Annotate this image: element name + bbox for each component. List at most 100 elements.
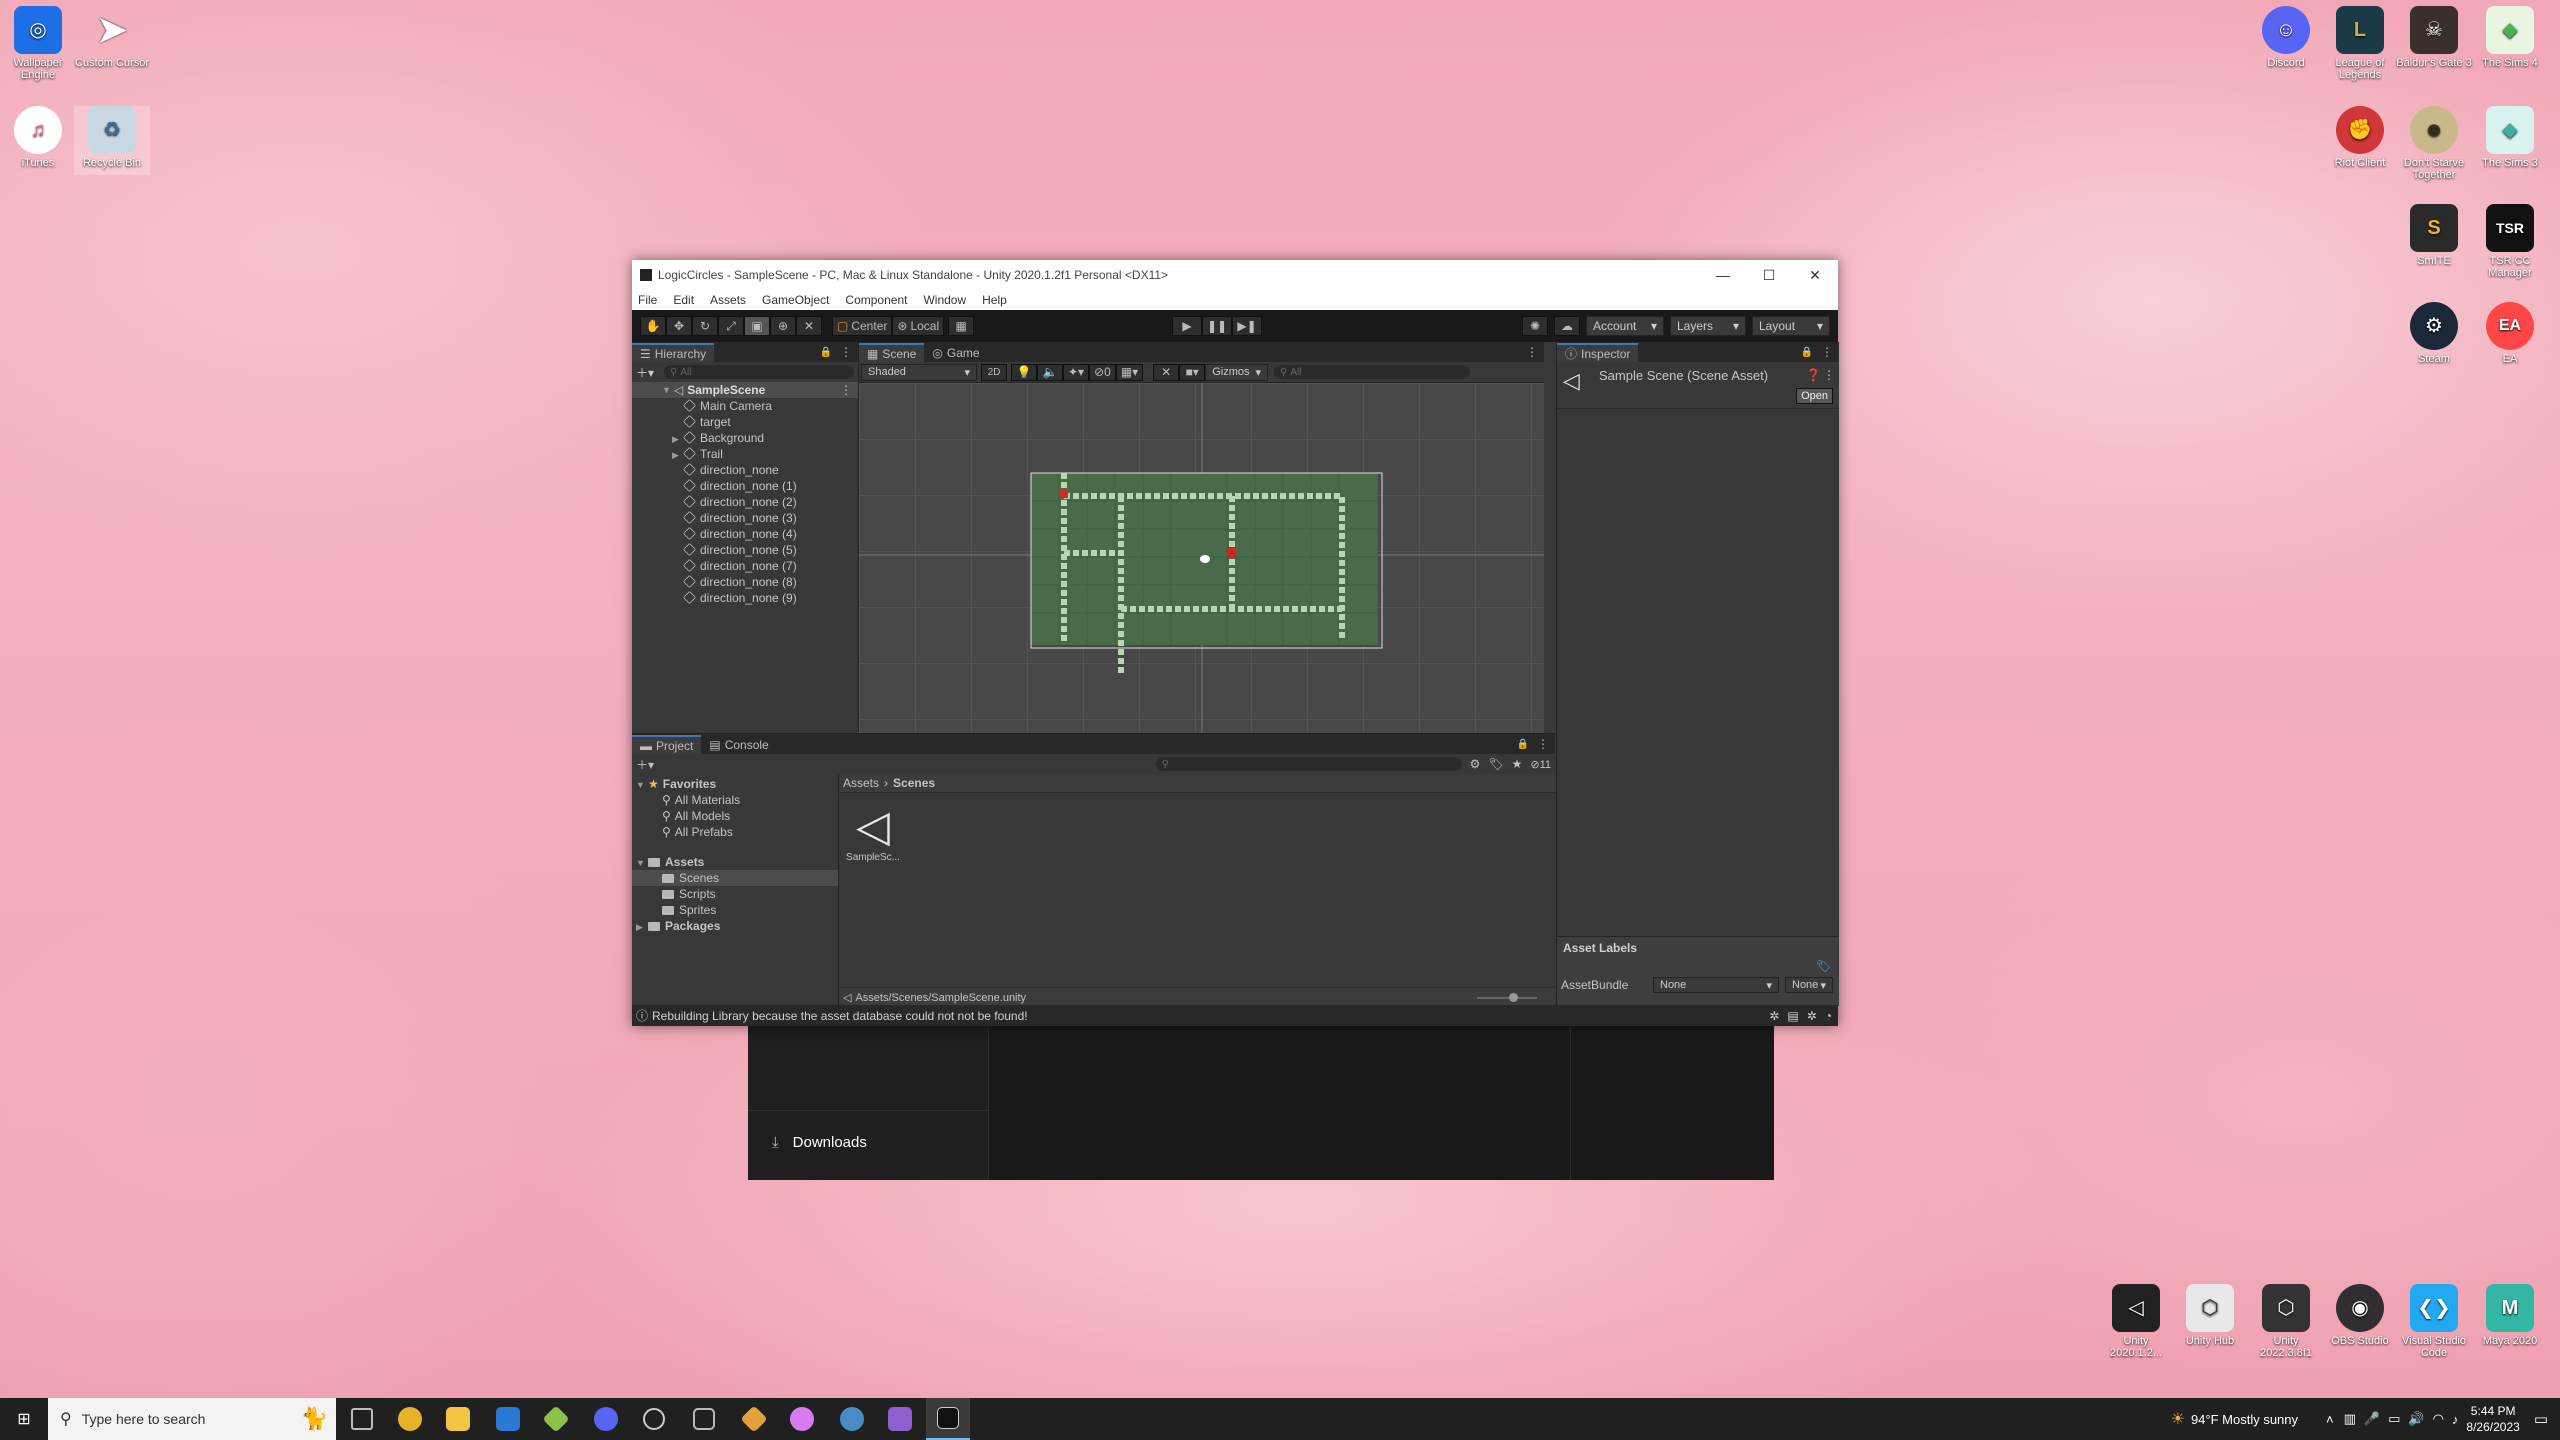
hidden-packages-toggle[interactable]: ⊘11 [1530, 758, 1551, 771]
create-button[interactable]: ＋▾ [636, 364, 658, 381]
create-button[interactable]: ＋▾ [636, 756, 658, 773]
hierarchy-item[interactable]: direction_none (4) [632, 526, 858, 542]
auto-generate-lighting-icon[interactable]: ✲ [1769, 1009, 1779, 1023]
menu-window[interactable]: Window [915, 293, 974, 307]
hierarchy-item[interactable]: target [632, 414, 858, 430]
pause-button[interactable]: ❚❚ [1202, 316, 1232, 336]
desktop-icon-sims4[interactable]: ◆ The Sims 4 [2472, 6, 2548, 69]
volume-icon[interactable]: 🔊 [2408, 1411, 2424, 1427]
desktop-icon-dont-starve[interactable]: ☻ Don't Starve Together [2396, 106, 2472, 181]
custom-tool-icon[interactable]: ✕ [796, 316, 822, 336]
menu-component[interactable]: Component [837, 293, 915, 307]
close-button[interactable]: ✕ [1792, 260, 1838, 290]
collab-icon[interactable]: ✺ [1522, 316, 1548, 336]
desktop-icon-steam[interactable]: ⚙ Steam [2396, 302, 2472, 365]
kebab-menu-icon[interactable]: ⋮ [840, 345, 852, 359]
hierarchy-search-input[interactable]: ⚲ All [664, 365, 854, 379]
tab-console[interactable]: ▤ Console [701, 735, 776, 754]
desktop-icon-smite[interactable]: S SmITE [2396, 204, 2472, 267]
desktop-icon-wallpaper-engine[interactable]: ◎ Wallpaper Engine [0, 6, 76, 81]
gizmos-dropdown[interactable]: Gizmos ▾ [1205, 363, 1269, 381]
help-icon[interactable]: ❓ [1806, 368, 1821, 382]
taskbar-search[interactable]: ⚲ Type here to search 🐈 [48, 1398, 336, 1440]
slider-handle[interactable] [1509, 992, 1518, 1002]
tag-icon[interactable]: 🏷 [1816, 959, 1831, 973]
minimize-button[interactable]: — [1700, 260, 1746, 290]
kebab-menu-icon[interactable]: ⋮ [1526, 345, 1538, 359]
hidden-objects-toggle[interactable]: ⊘ 0 [1089, 363, 1116, 381]
desktop-icon-sims3[interactable]: ◆ The Sims 3 [2472, 106, 2548, 169]
desktop-icon-league[interactable]: L League of Legends [2322, 6, 2398, 81]
hierarchy-item[interactable]: direction_none (9) [632, 590, 858, 606]
desktop-icon-unity-2022[interactable]: ⬡ Unity 2022.3.8f1 [2248, 1284, 2324, 1359]
file-explorer-window[interactable]: ⤓ Downloads [748, 1026, 1774, 1180]
hierarchy-item[interactable]: ▶ Trail [632, 446, 858, 462]
task-view-icon[interactable] [340, 1398, 384, 1440]
desktop-icon-discord[interactable]: ☺ Discord [2248, 6, 2324, 69]
hierarchy-item[interactable]: direction_none [632, 462, 858, 478]
assets-row[interactable]: ▼ Assets [632, 854, 838, 870]
hierarchy-item[interactable]: direction_none (7) [632, 558, 858, 574]
tab-hierarchy[interactable]: ☰ Hierarchy [632, 343, 715, 362]
wifi-icon[interactable]: ◠ [2433, 1411, 2444, 1427]
packages-row[interactable]: ▶ Packages [632, 918, 838, 934]
shading-dropdown[interactable]: Shaded ▾ [861, 363, 977, 381]
2d-toggle[interactable]: 2D [981, 363, 1007, 381]
folder-item[interactable]: Scripts [632, 886, 838, 902]
hierarchy-item[interactable]: direction_none (2) [632, 494, 858, 510]
notifications-icon[interactable]: ▭ [2534, 1410, 2548, 1428]
step-button[interactable]: ▶❚ [1232, 316, 1262, 336]
grid-snap-icon[interactable]: ▦ [948, 316, 975, 336]
hierarchy-item[interactable]: ▶ Background [632, 430, 858, 446]
hand-tool-icon[interactable]: ✋ [640, 316, 666, 336]
favorites-row[interactable]: ▼ ★ Favorites [632, 776, 838, 792]
desktop-icon-recycle-bin[interactable]: ♻ Recycle Bin [74, 106, 150, 175]
menu-edit[interactable]: Edit [665, 293, 702, 307]
lock-icon[interactable]: 🔒 [1801, 347, 1813, 358]
asset-tile[interactable]: ◁ SampleSc... [845, 802, 901, 863]
kebab-menu-icon[interactable]: ⋮ [1823, 368, 1835, 382]
cloud-icon[interactable]: ☁ [1554, 316, 1580, 336]
chrome-icon[interactable] [388, 1398, 432, 1440]
collab-status-icon[interactable]: ✲ [1807, 1009, 1817, 1023]
scene-root-row[interactable]: ▼ ◁ SampleScene ⋮ [632, 382, 858, 398]
gitkraken-icon[interactable] [534, 1398, 578, 1440]
file-explorer-icon[interactable] [436, 1398, 480, 1440]
discord-icon[interactable] [584, 1398, 628, 1440]
desktop-icon-unity-hub[interactable]: ⬡ Unity Hub [2172, 1284, 2248, 1347]
tab-scene[interactable]: ▦ Scene [859, 343, 925, 362]
unity-editor-icon[interactable] [926, 1398, 970, 1440]
cache-icon[interactable]: ▤ [1787, 1009, 1798, 1023]
asset-variant-dropdown[interactable]: None ▾ [1785, 977, 1833, 993]
hierarchy-item[interactable]: direction_none (3) [632, 510, 858, 526]
hierarchy-item[interactable]: direction_none (5) [632, 542, 858, 558]
desktop-icon-riot[interactable]: ✊ Riot Client [2322, 106, 2398, 169]
expand-arrow-icon[interactable]: ▶ [672, 447, 684, 463]
favorite-item[interactable]: ⚲ All Materials [632, 792, 838, 808]
desktop-icon-maya[interactable]: M Maya 2020 [2472, 1284, 2548, 1347]
menu-assets[interactable]: Assets [702, 293, 754, 307]
play-button[interactable]: ▶ [1172, 316, 1202, 336]
breadcrumb-item[interactable]: Scenes [893, 776, 935, 790]
display-icon[interactable]: ▭ [2388, 1411, 2400, 1427]
camera-icon[interactable]: ■▾ [1179, 363, 1206, 381]
desktop-icon-tsr[interactable]: TSR TSR CC Manager [2472, 204, 2548, 279]
favorite-star-icon[interactable]: ★ [1512, 757, 1523, 771]
tools-icon[interactable]: ✕ [1153, 363, 1180, 381]
status-message[interactable]: Rebuilding Library because the asset dat… [652, 1009, 1028, 1023]
menu-file[interactable]: File [632, 293, 665, 307]
search-by-type-icon[interactable]: ⚙ [1470, 757, 1481, 771]
kebab-menu-icon[interactable]: ⋮ [1821, 345, 1833, 359]
desktop-icon-unity-2020[interactable]: ◁ Unity 2020.1.2... [2098, 1284, 2174, 1359]
desktop-icon-vscode[interactable]: ❮❯ Visual Studio Code [2396, 1284, 2472, 1359]
desktop-icon-custom-cursor[interactable]: ➤ Custom Cursor [74, 6, 150, 69]
search-by-label-icon[interactable]: 🏷 [1488, 757, 1503, 771]
scene-search-input[interactable]: ⚲ All [1274, 365, 1471, 379]
space-local-toggle[interactable]: ⊛ Local [892, 316, 945, 336]
visual-studio-icon[interactable] [878, 1398, 922, 1440]
speaker-icon[interactable]: ♪ [2452, 1412, 2459, 1427]
unity-editor-window[interactable]: LogicCircles - SampleScene - PC, Mac & L… [632, 260, 1839, 1026]
menu-gameobject[interactable]: GameObject [754, 293, 837, 307]
move-tool-icon[interactable]: ✥ [666, 316, 692, 336]
hierarchy-item[interactable]: direction_none (8) [632, 574, 858, 590]
